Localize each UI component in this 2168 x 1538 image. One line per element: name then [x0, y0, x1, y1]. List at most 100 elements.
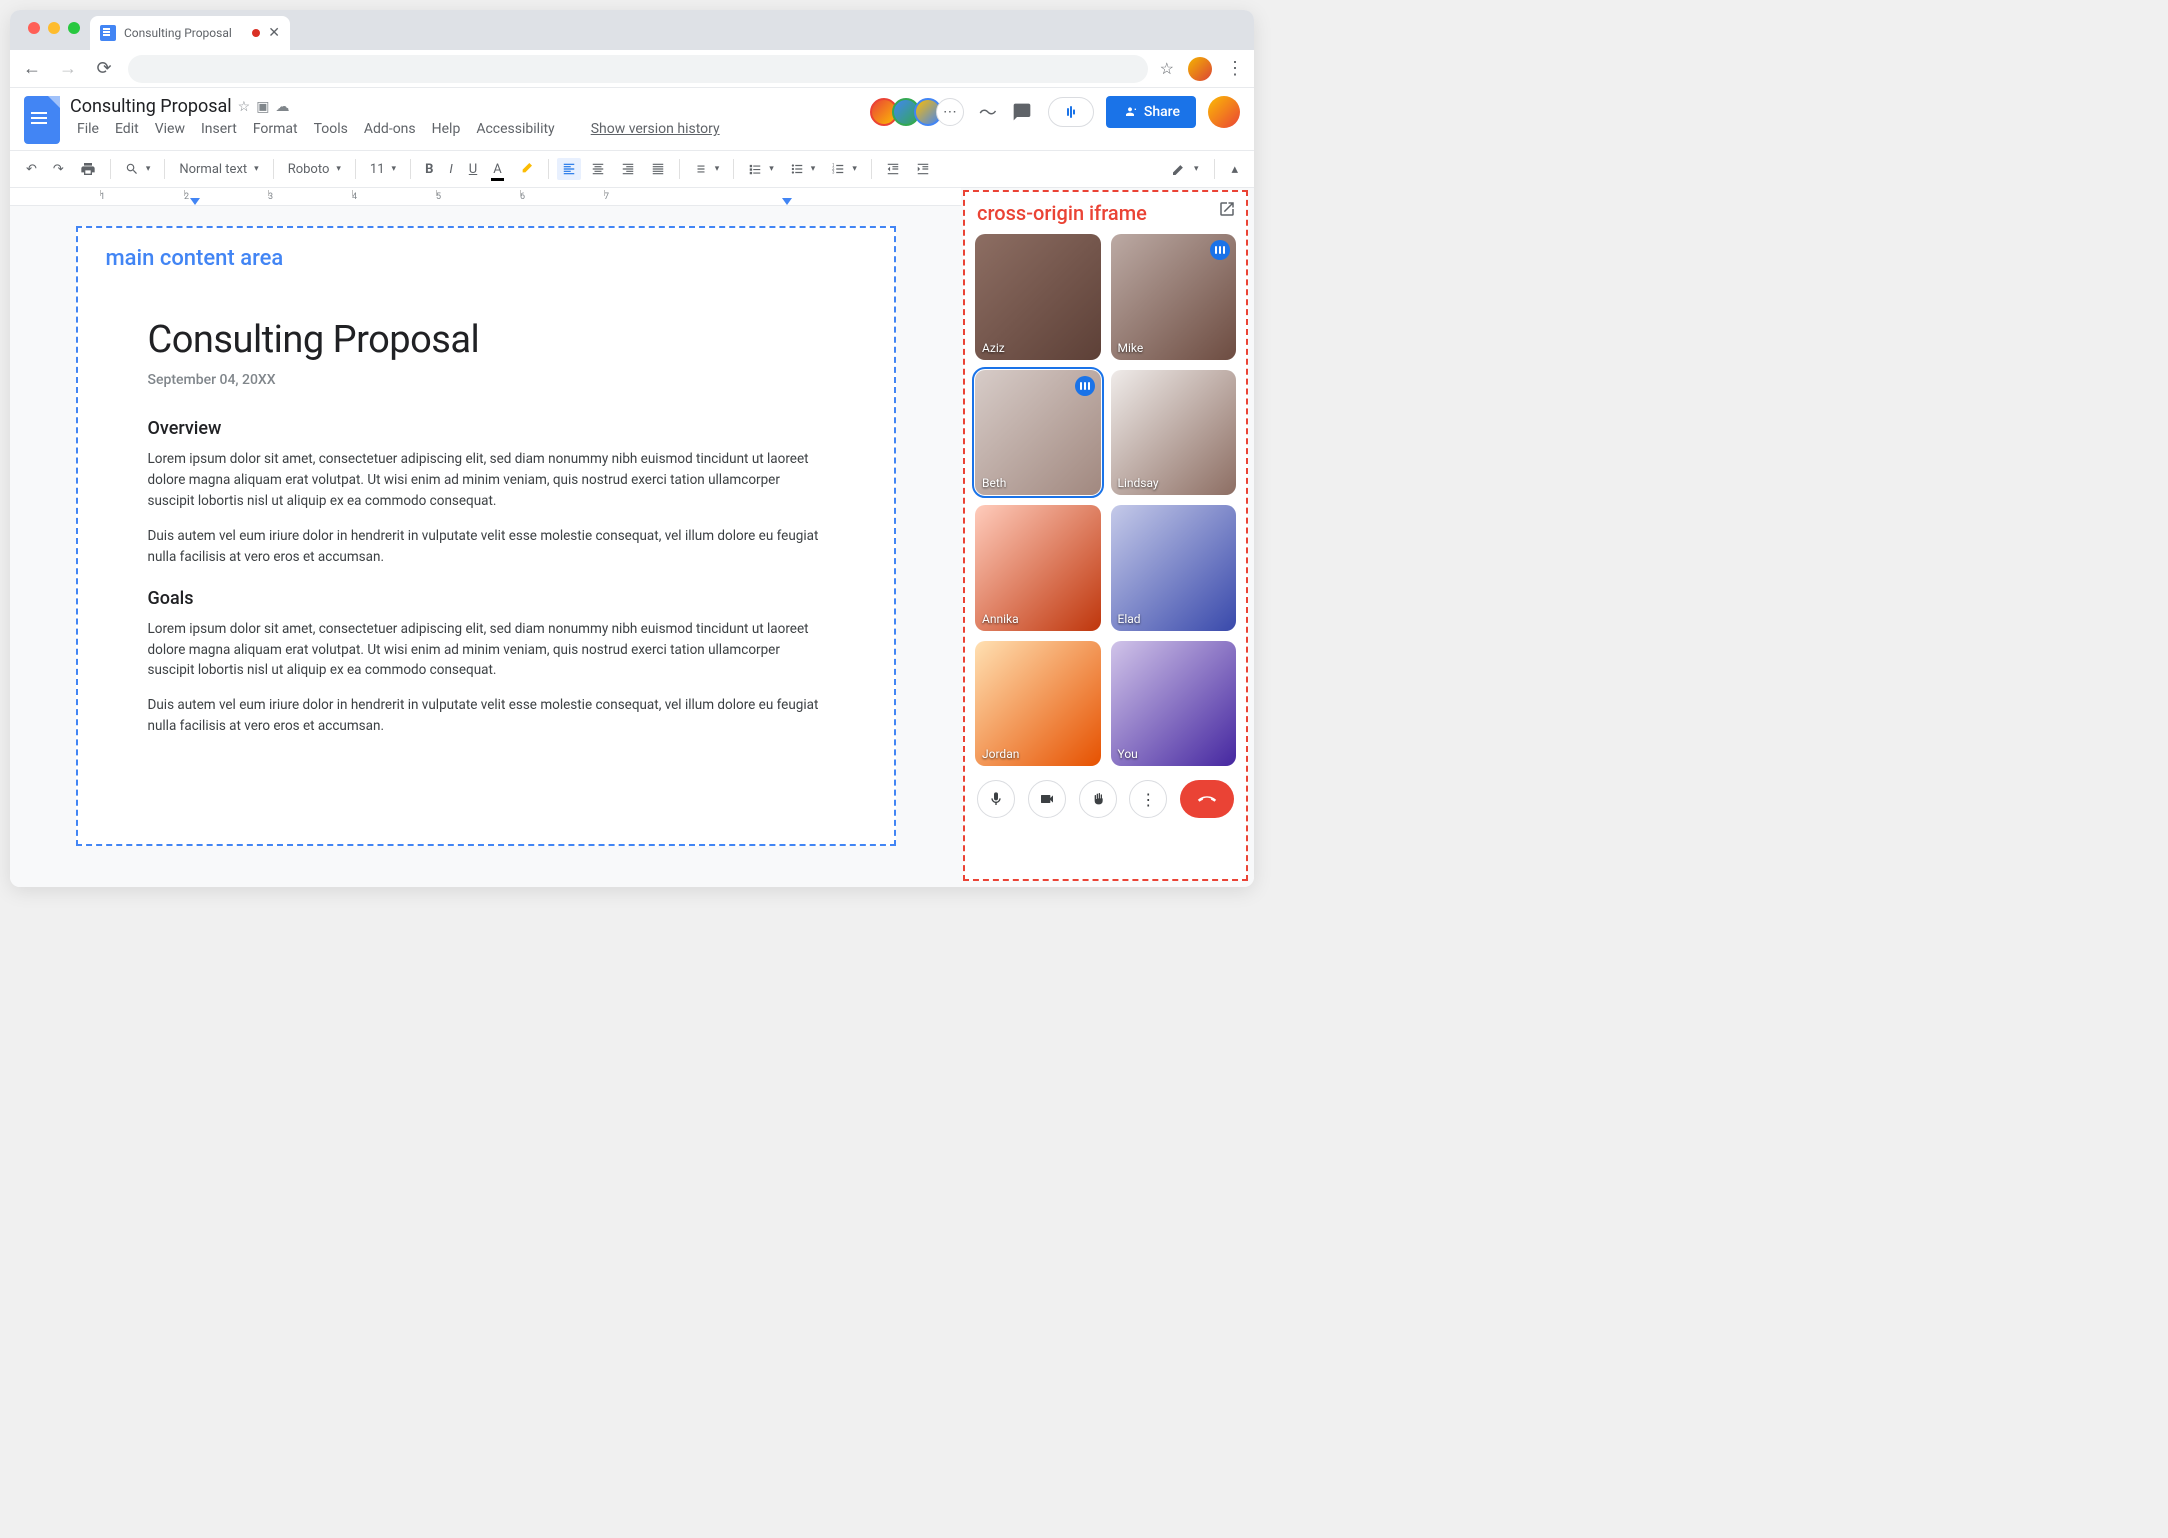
docs-favicon-icon — [100, 25, 116, 41]
decrease-indent-button[interactable] — [880, 158, 906, 180]
text-color-button[interactable]: A — [487, 158, 507, 181]
document-date[interactable]: September 04, 20XX — [148, 372, 824, 388]
paragraph-style-dropdown[interactable]: Normal text — [173, 158, 264, 181]
align-justify-button[interactable] — [645, 158, 671, 180]
bulleted-list-button[interactable] — [784, 158, 822, 180]
comments-icon[interactable] — [1012, 102, 1036, 122]
menu-addons[interactable]: Add-ons — [357, 119, 423, 139]
activity-icon[interactable]: 〜 — [976, 99, 1000, 125]
menu-accessibility[interactable]: Accessibility — [469, 119, 561, 139]
annotation-main-content: main content area — [106, 246, 284, 271]
participant-name: You — [1118, 747, 1138, 761]
browser-tab[interactable]: Consulting Proposal ✕ — [90, 16, 290, 50]
right-margin-marker-icon[interactable] — [782, 198, 792, 205]
numbered-list-button[interactable]: 123 — [825, 158, 863, 180]
participant-tile[interactable]: Lindsay — [1111, 370, 1237, 496]
toggle-camera-button[interactable] — [1028, 780, 1066, 818]
document-heading[interactable]: Consulting Proposal — [148, 318, 824, 362]
window-close-button[interactable] — [28, 22, 40, 34]
menu-tools[interactable]: Tools — [307, 119, 355, 139]
align-right-button[interactable] — [615, 158, 641, 180]
hide-menus-button[interactable]: ▴ — [1225, 158, 1244, 181]
raise-hand-button[interactable] — [1079, 780, 1117, 818]
ruler-tick: 6 — [520, 192, 604, 202]
version-history-link[interactable]: Show version history — [584, 119, 727, 139]
window-maximize-button[interactable] — [68, 22, 80, 34]
participant-name: Beth — [982, 476, 1006, 490]
share-button[interactable]: Share — [1106, 96, 1196, 128]
browser-menu-button[interactable]: ⋮ — [1226, 58, 1244, 79]
browser-reload-button[interactable]: ⟳ — [92, 58, 116, 79]
ruler-tick: 1 — [100, 192, 184, 202]
participant-tile[interactable]: Annika — [975, 505, 1101, 631]
bookmark-star-icon[interactable]: ☆ — [1160, 59, 1174, 78]
mute-mic-button[interactable] — [977, 780, 1015, 818]
participant-name: Jordan — [982, 747, 1019, 761]
formatting-toolbar: ↶ ↷ Normal text Roboto 11 B I U A — [10, 150, 1254, 188]
participant-tile[interactable]: Mike — [1111, 234, 1237, 360]
hangup-button[interactable] — [1180, 780, 1234, 818]
share-button-label: Share — [1144, 104, 1180, 120]
menu-help[interactable]: Help — [425, 119, 468, 139]
font-size-dropdown[interactable]: 11 — [364, 158, 402, 181]
section-goals-title[interactable]: Goals — [148, 588, 824, 609]
bold-button[interactable]: B — [419, 158, 439, 181]
menu-insert[interactable]: Insert — [194, 119, 244, 139]
document-page[interactable]: main content area Consulting Proposal Se… — [76, 226, 896, 846]
increase-indent-button[interactable] — [910, 158, 936, 180]
move-document-icon[interactable]: ▣ — [256, 99, 269, 115]
account-avatar[interactable] — [1208, 96, 1240, 128]
align-left-button[interactable] — [557, 158, 581, 180]
participant-name: Annika — [982, 612, 1019, 626]
browser-back-button[interactable]: ← — [20, 58, 44, 79]
italic-button[interactable]: I — [443, 158, 458, 181]
section-overview-p1[interactable]: Lorem ipsum dolor sit amet, consectetuer… — [148, 449, 824, 512]
participant-tile[interactable]: Elad — [1111, 505, 1237, 631]
participants-grid: Aziz Mike Beth Lindsay Annika Elad — [975, 234, 1236, 766]
docs-logo-icon[interactable] — [24, 96, 60, 144]
horizontal-ruler[interactable]: 1 2 3 4 5 6 7 — [10, 188, 961, 206]
collaborator-avatars[interactable]: ⋯ — [876, 98, 964, 126]
svg-text:3: 3 — [832, 170, 835, 175]
participant-tile[interactable]: Aziz — [975, 234, 1101, 360]
popout-icon[interactable] — [1218, 200, 1236, 218]
content-row: 1 2 3 4 5 6 7 main content area Consulti… — [10, 188, 1254, 887]
participant-tile[interactable]: You — [1111, 641, 1237, 767]
browser-profile-avatar[interactable] — [1188, 57, 1212, 81]
cloud-status-icon[interactable]: ☁ — [275, 99, 289, 115]
menu-format[interactable]: Format — [246, 119, 305, 139]
ruler-tick: 5 — [436, 192, 520, 202]
align-center-button[interactable] — [585, 158, 611, 180]
participant-tile[interactable]: Jordan — [975, 641, 1101, 767]
underline-button[interactable]: U — [463, 158, 483, 181]
ruler-tick: 4 — [352, 192, 436, 202]
undo-button[interactable]: ↶ — [20, 158, 43, 181]
zoom-dropdown[interactable] — [119, 158, 157, 180]
browser-address-bar[interactable] — [128, 55, 1148, 83]
meet-header-button[interactable] — [1048, 97, 1094, 127]
browser-forward-button[interactable]: → — [56, 58, 80, 79]
document-title[interactable]: Consulting Proposal — [70, 96, 232, 117]
window-minimize-button[interactable] — [48, 22, 60, 34]
highlight-button[interactable] — [512, 157, 540, 181]
section-goals-p1[interactable]: Lorem ipsum dolor sit amet, consectetuer… — [148, 619, 824, 682]
star-document-icon[interactable]: ☆ — [238, 99, 251, 115]
menu-edit[interactable]: Edit — [108, 119, 146, 139]
font-family-dropdown[interactable]: Roboto — [282, 158, 347, 181]
checklist-button[interactable] — [742, 158, 780, 180]
print-button[interactable] — [74, 157, 102, 181]
redo-button[interactable]: ↷ — [47, 158, 70, 181]
more-options-button[interactable]: ⋮ — [1129, 780, 1167, 818]
participant-name: Mike — [1118, 341, 1144, 355]
section-overview-p2[interactable]: Duis autem vel eum iriure dolor in hendr… — [148, 526, 824, 568]
collaborator-overflow[interactable]: ⋯ — [936, 98, 964, 126]
ruler-tick: 3 — [268, 192, 352, 202]
menu-view[interactable]: View — [148, 119, 192, 139]
line-spacing-button[interactable] — [688, 158, 726, 180]
participant-tile[interactable]: Beth — [975, 370, 1101, 496]
menu-file[interactable]: File — [70, 119, 106, 139]
tab-close-button[interactable]: ✕ — [268, 25, 280, 41]
editing-mode-button[interactable] — [1165, 157, 1205, 181]
section-goals-p2[interactable]: Duis autem vel eum iriure dolor in hendr… — [148, 695, 824, 737]
section-overview-title[interactable]: Overview — [148, 418, 824, 439]
